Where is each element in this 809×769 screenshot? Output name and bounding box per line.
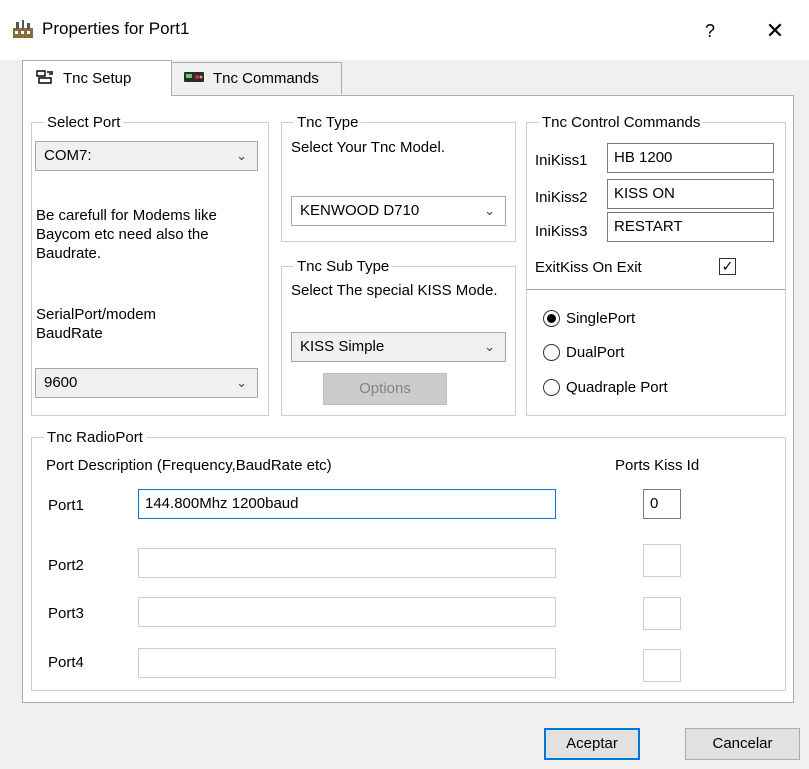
inikiss3-label: IniKiss3 (535, 223, 588, 240)
com-port-value: COM7: (44, 147, 92, 164)
quadraple-port-label: Quadraple Port (566, 379, 668, 396)
tnc-model-select[interactable]: KENWOOD D710 ⌄ (291, 196, 506, 226)
properties-dialog: Properties for Port1 ? ✕ Tnc Setup Tnc C… (0, 0, 809, 769)
inikiss2-label: IniKiss2 (535, 189, 588, 206)
inikiss1-input[interactable]: HB 1200 (607, 143, 774, 173)
inikiss3-input[interactable]: RESTART (607, 212, 774, 242)
com-port-select[interactable]: COM7: ⌄ (35, 141, 258, 171)
tab-tnc-setup[interactable]: Tnc Setup (22, 60, 172, 96)
port1-kiss-id-input[interactable]: 0 (643, 489, 681, 519)
tnc-radioport-legend: Tnc RadioPort (47, 429, 143, 446)
dual-port-label: DualPort (566, 344, 625, 361)
tab-tnc-setup-label: Tnc Setup (63, 70, 132, 87)
tnc-type-legend: Tnc Type (297, 114, 359, 131)
tnc-setup-icon (35, 69, 55, 89)
radio-indicator (543, 344, 560, 361)
close-button[interactable]: ✕ (755, 14, 795, 48)
tab-tnc-commands[interactable]: Tnc Commands (170, 62, 342, 94)
radio-indicator (543, 379, 560, 396)
checkmark-icon: ✓ (721, 258, 734, 274)
baudrate-select[interactable]: 9600 ⌄ (35, 368, 258, 398)
select-port-legend: Select Port (47, 114, 121, 131)
port2-description-input[interactable] (138, 548, 556, 578)
single-port-label: SinglePort (566, 310, 636, 327)
chevron-down-icon: ⌄ (236, 148, 247, 163)
radio-single-port[interactable]: SinglePort (543, 310, 635, 327)
exit-kiss-label: ExitKiss On Exit (535, 259, 642, 276)
radio-quadraple-port[interactable]: Quadraple Port (543, 379, 668, 396)
chevron-down-icon: ⌄ (236, 375, 247, 390)
kiss-mode-value: KISS Simple (300, 338, 385, 355)
title-bar: Properties for Port1 ? ✕ (0, 0, 809, 60)
port3-kiss-id-input[interactable] (643, 597, 681, 630)
port1-description-input[interactable]: 144.800Mhz 1200baud (138, 489, 556, 519)
exit-kiss-checkbox[interactable]: ✓ (719, 258, 736, 275)
port4-kiss-id-input[interactable] (643, 649, 681, 682)
tnc-type-prompt: Select Your Tnc Model. (291, 139, 445, 156)
baudrate-value: 9600 (44, 374, 78, 391)
port3-label: Port3 (48, 605, 84, 622)
inikiss2-input[interactable]: KISS ON (607, 179, 774, 209)
app-icon (12, 18, 34, 40)
kiss-mode-select[interactable]: KISS Simple ⌄ (291, 332, 506, 362)
radio-indicator (543, 310, 560, 327)
tnc-sub-type-prompt: Select The special KISS Mode. (291, 282, 498, 299)
inikiss1-label: IniKiss1 (535, 152, 588, 169)
options-button[interactable]: Options (323, 373, 447, 405)
port2-label: Port2 (48, 557, 84, 574)
port1-label: Port1 (48, 497, 84, 514)
tab-tnc-commands-label: Tnc Commands (213, 70, 319, 87)
accept-button[interactable]: Aceptar (544, 728, 640, 760)
port-description-header: Port Description (Frequency,BaudRate etc… (46, 457, 332, 474)
modem-note: Be carefull for Modems like Baycom etc n… (36, 207, 217, 262)
divider (527, 289, 785, 290)
help-button[interactable]: ? (690, 14, 730, 48)
baudrate-label: SerialPort/modem BaudRate (36, 306, 157, 342)
port4-description-input[interactable] (138, 648, 556, 678)
radio-dual-port[interactable]: DualPort (543, 344, 624, 361)
port3-description-input[interactable] (138, 597, 556, 627)
cancel-button[interactable]: Cancelar (685, 728, 800, 760)
window-title: Properties for Port1 (42, 19, 190, 38)
chevron-down-icon: ⌄ (484, 203, 495, 218)
port4-label: Port4 (48, 654, 84, 671)
tnc-setup-panel: Select Port COM7: ⌄ Be carefull for Mode… (22, 95, 794, 703)
chevron-down-icon: ⌄ (484, 339, 495, 354)
port2-kiss-id-input[interactable] (643, 544, 681, 577)
radio-device-icon (183, 70, 205, 87)
tnc-model-value: KENWOOD D710 (300, 202, 420, 219)
tnc-sub-type-legend: Tnc Sub Type (297, 258, 390, 275)
tnc-control-legend: Tnc Control Commands (542, 114, 701, 131)
ports-kiss-id-header: Ports Kiss Id (615, 457, 700, 474)
